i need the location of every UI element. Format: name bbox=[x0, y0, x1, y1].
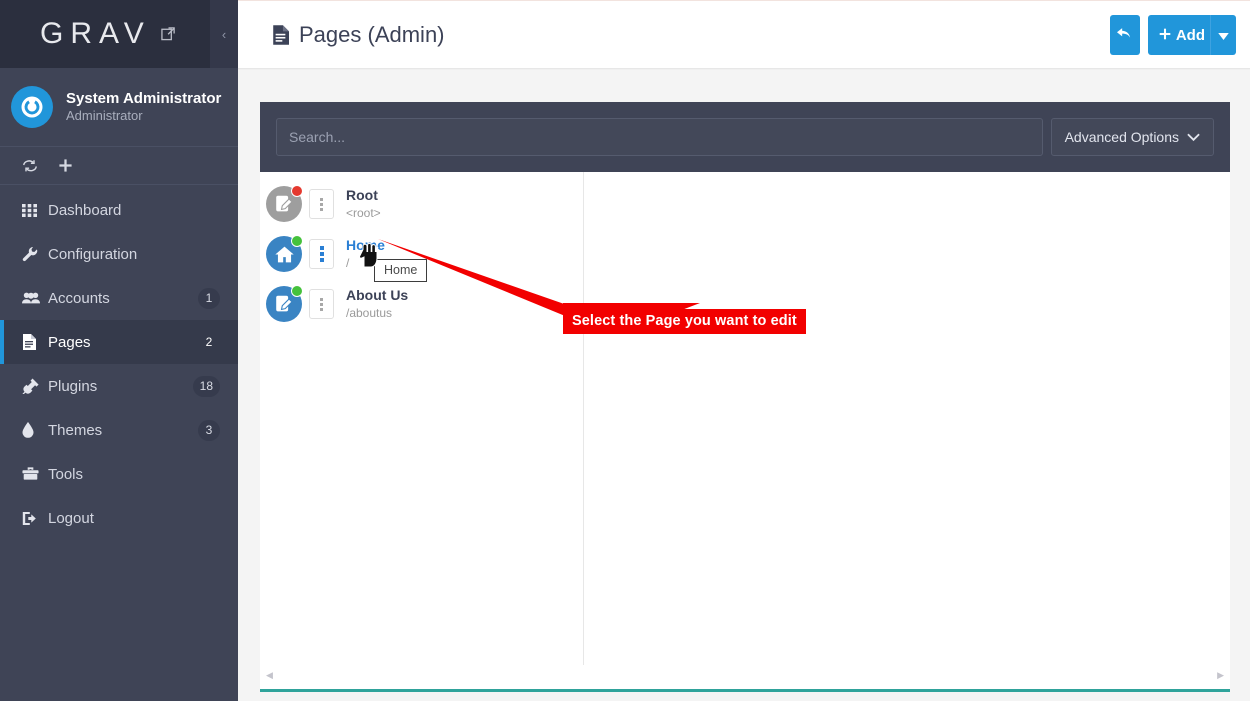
sidebar-item-badge: 1 bbox=[198, 287, 220, 309]
tree-row-text: Root <root> bbox=[346, 186, 381, 221]
pages-panel: Root <root> Home bbox=[260, 172, 1230, 692]
main-area: Pages (Admin) Add Search... Advanced Opt… bbox=[238, 0, 1250, 701]
tree-row[interactable]: Root <root> bbox=[260, 179, 583, 229]
sidebar-item-badge: 2 bbox=[205, 335, 213, 349]
scroll-left-icon[interactable]: ◀ bbox=[266, 671, 273, 680]
sidebar-item-accounts[interactable]: Accounts 1 bbox=[0, 276, 238, 320]
row-menu-button[interactable] bbox=[309, 289, 334, 319]
annotation-callout: Select the Page you want to edit bbox=[563, 309, 806, 334]
add-button-label: Add bbox=[1175, 26, 1205, 44]
quick-actions bbox=[0, 147, 238, 185]
sidebar: GRAV ‹ System Administrator Administrato… bbox=[0, 0, 238, 701]
grid-icon bbox=[22, 203, 48, 217]
topbar-actions: Add bbox=[1109, 15, 1236, 55]
pointing-hand-cursor bbox=[359, 243, 379, 268]
sidebar-item-tools[interactable]: Tools bbox=[0, 452, 238, 496]
wrench-icon bbox=[22, 246, 48, 262]
sidebar-item-configuration[interactable]: Configuration bbox=[0, 232, 238, 276]
sidebar-item-label: Themes bbox=[48, 421, 103, 439]
file-icon bbox=[22, 334, 48, 350]
users-icon bbox=[22, 291, 48, 305]
status-dot bbox=[291, 185, 303, 197]
sidebar-item-logout[interactable]: Logout bbox=[0, 496, 238, 540]
page-title-text: Pages (Admin) bbox=[299, 21, 445, 47]
sidebar-item-label: Configuration bbox=[48, 245, 138, 263]
scroll-right-icon[interactable]: ▶ bbox=[1217, 671, 1224, 680]
undo-arrow-icon bbox=[1116, 26, 1133, 45]
tree-row-path: <root> bbox=[346, 206, 381, 221]
page-edit-icon bbox=[266, 285, 303, 322]
user-role: Administrator bbox=[66, 108, 143, 124]
home-icon bbox=[266, 235, 303, 272]
grav-power-icon bbox=[21, 96, 43, 118]
advanced-options-dropdown[interactable]: Advanced Options bbox=[1050, 118, 1214, 156]
droplet-icon bbox=[22, 422, 48, 438]
chevron-down-icon bbox=[1187, 129, 1200, 145]
tree-row-title: About Us bbox=[346, 287, 409, 304]
sidebar-item-label: Logout bbox=[48, 509, 94, 527]
sidebar-item-label: Dashboard bbox=[48, 201, 122, 219]
user-name: System Administrator bbox=[66, 89, 222, 107]
user-meta: System Administrator Administrator bbox=[66, 90, 221, 125]
plus-icon bbox=[1159, 27, 1171, 44]
status-dot bbox=[291, 235, 303, 247]
horizontal-scrollbar[interactable]: ◀ ▶ bbox=[260, 665, 1230, 686]
logout-icon bbox=[22, 511, 48, 526]
row-menu-button[interactable] bbox=[309, 239, 334, 269]
sidebar-item-pages[interactable]: Pages 2 bbox=[0, 320, 238, 364]
sidebar-item-dashboard[interactable]: Dashboard bbox=[0, 188, 238, 232]
sidebar-item-themes[interactable]: Themes 3 bbox=[0, 408, 238, 452]
add-icon[interactable] bbox=[58, 158, 73, 173]
grav-logo[interactable]: GRAV bbox=[40, 17, 151, 51]
toolbox-icon bbox=[22, 467, 48, 481]
sidebar-collapse-button[interactable]: ‹ bbox=[210, 0, 238, 68]
status-dot bbox=[291, 285, 303, 297]
plug-icon bbox=[22, 378, 48, 394]
add-button[interactable]: Add bbox=[1147, 15, 1218, 55]
caret-down-icon bbox=[1218, 27, 1229, 44]
page-tree: Root <root> Home bbox=[260, 172, 584, 668]
tree-row[interactable]: About Us /aboutus bbox=[260, 279, 583, 329]
search-input[interactable] bbox=[276, 118, 1043, 156]
avatar bbox=[11, 86, 53, 128]
tree-row-title: Root bbox=[346, 187, 378, 204]
content: Advanced Options bbox=[260, 102, 1230, 692]
tooltip: Home bbox=[374, 259, 428, 282]
user-block[interactable]: System Administrator Administrator bbox=[0, 68, 238, 147]
tree-row-path: /aboutus bbox=[346, 306, 393, 321]
sidebar-item-label: Tools bbox=[48, 465, 84, 483]
sidebar-nav: Dashboard Configuration Accounts 1 Pages… bbox=[0, 185, 238, 540]
page-edit-icon bbox=[266, 185, 303, 222]
topbar: Pages (Admin) Add bbox=[238, 0, 1250, 70]
sidebar-item-badge: 3 bbox=[198, 419, 220, 441]
sidebar-item-label: Accounts bbox=[48, 289, 110, 307]
chevron-left-icon: ‹ bbox=[221, 26, 227, 42]
admin-page: GRAV ‹ System Administrator Administrato… bbox=[0, 0, 1250, 701]
external-link-icon[interactable] bbox=[161, 26, 176, 44]
sidebar-item-label: Plugins bbox=[48, 377, 98, 395]
sidebar-item-label: Pages bbox=[48, 333, 91, 351]
sidebar-item-plugins[interactable]: Plugins 18 bbox=[0, 364, 238, 408]
tree-row-text: About Us /aboutus bbox=[346, 286, 408, 321]
brand-bar: GRAV ‹ bbox=[0, 0, 238, 68]
page-title: Pages (Admin) bbox=[272, 22, 445, 48]
sync-icon[interactable] bbox=[22, 159, 38, 173]
file-icon bbox=[272, 24, 289, 45]
add-dropdown-button[interactable] bbox=[1210, 15, 1236, 55]
sidebar-item-badge: 18 bbox=[192, 375, 220, 397]
search-bar: Advanced Options bbox=[260, 102, 1230, 172]
add-button-group: Add bbox=[1147, 15, 1236, 55]
row-menu-button[interactable] bbox=[309, 189, 334, 219]
advanced-options-label: Advanced Options bbox=[1064, 129, 1179, 145]
back-button[interactable] bbox=[1109, 15, 1140, 55]
